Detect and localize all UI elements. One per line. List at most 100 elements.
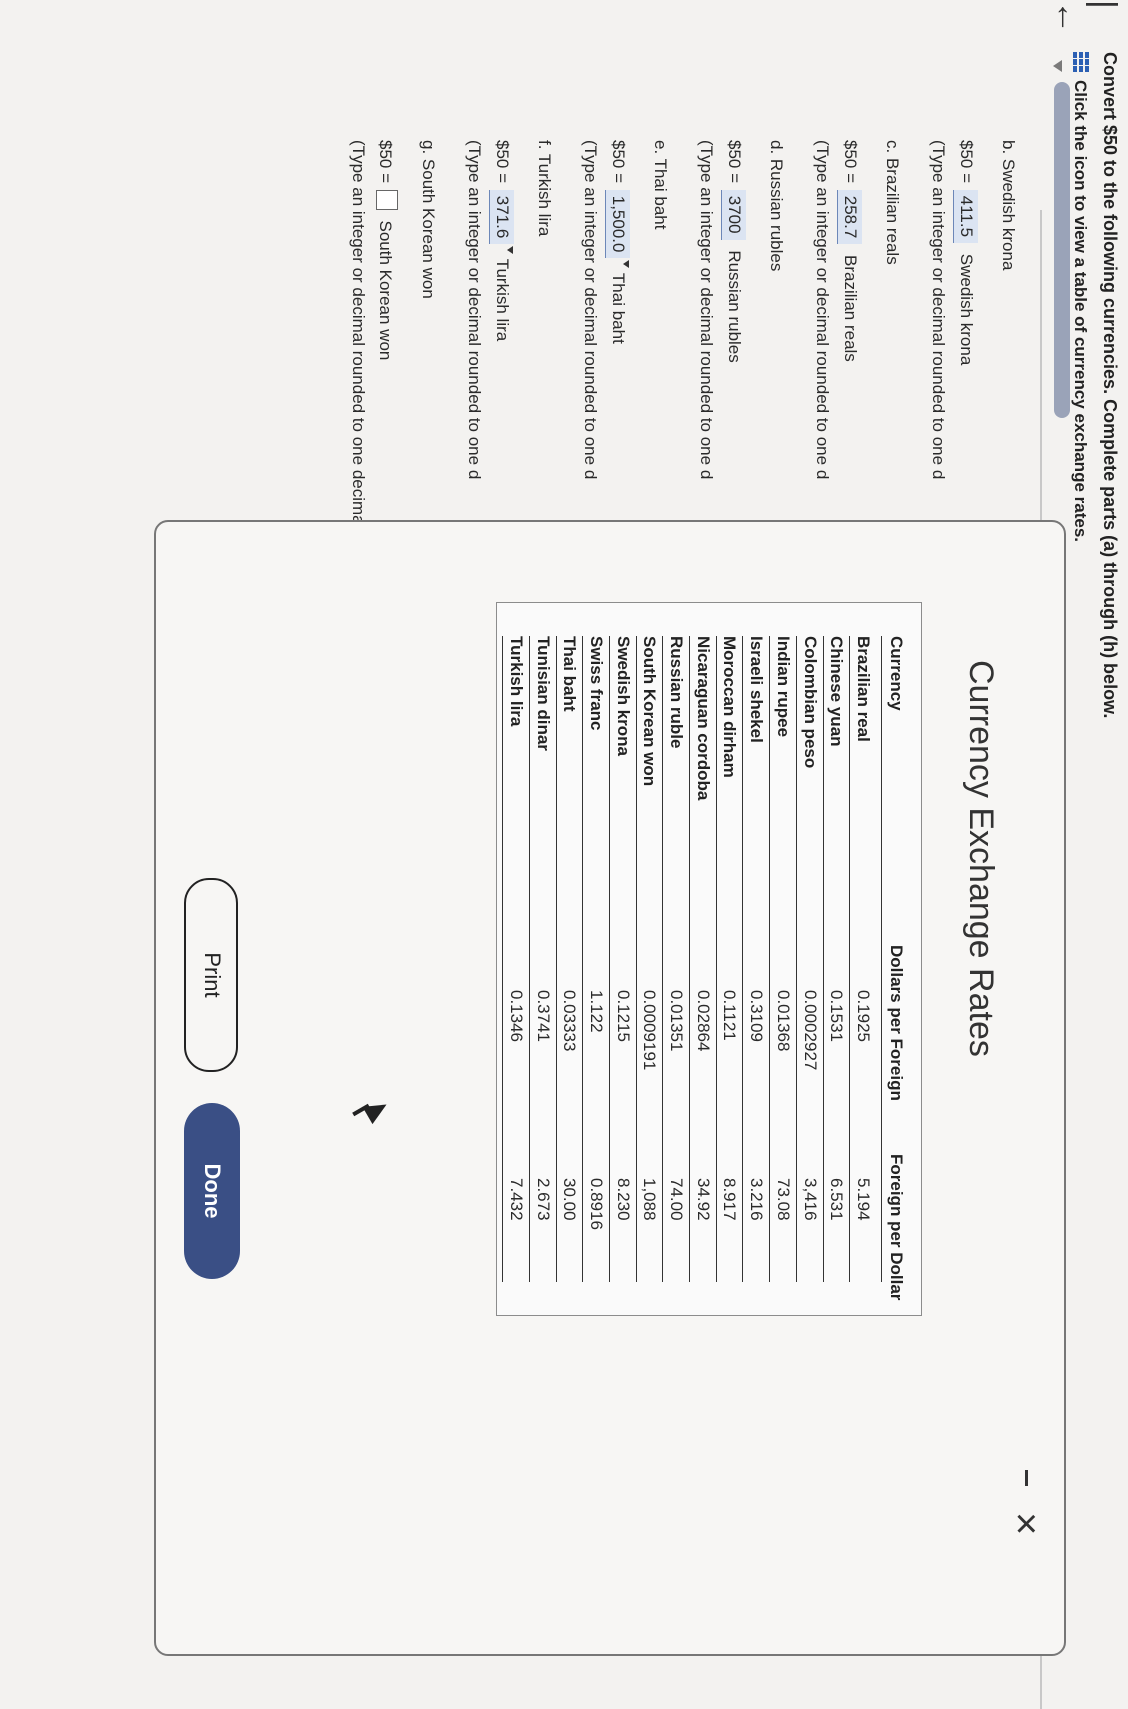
- currency-name-cell: Nicaraguan cordoba: [693, 636, 713, 801]
- row-rule: [502, 636, 504, 1282]
- row-rule: [609, 636, 610, 1282]
- part-c-unit: Brazilian reals: [841, 255, 860, 362]
- dollars-per-foreign-cell: 0.3109: [747, 990, 767, 1042]
- foreign-per-dollar-cell: 73.08: [773, 1178, 793, 1221]
- row-rule: [555, 636, 557, 1282]
- part-f-unit: Turkish lira: [493, 258, 512, 342]
- part-e-answer-line: $50 = 1,500.0 Thai baht: [605, 140, 630, 344]
- dollars-per-foreign-cell: 0.3741: [533, 990, 553, 1042]
- part-c-answer-input[interactable]: 258.7: [837, 189, 862, 245]
- foreign-per-dollar-cell: 30.00: [560, 1178, 580, 1221]
- part-g-unit: South Korean won: [376, 220, 395, 361]
- currency-name-cell: Indian rupee: [773, 636, 793, 738]
- currency-name-cell: Colombian peso: [800, 636, 820, 769]
- part-b-unit: Swedish krona: [957, 253, 976, 366]
- hint-line: Click the icon to view a table of curren…: [1070, 52, 1090, 542]
- foreign-per-dollar-cell: 7.432: [506, 1178, 526, 1221]
- currency-name-cell: Brazilian real: [854, 636, 873, 742]
- foreign-per-dollar-cell: 0.8916: [587, 1178, 606, 1230]
- print-button[interactable]: Print: [184, 878, 238, 1072]
- foreign-per-dollar-cell: 34.92: [693, 1178, 713, 1221]
- dialog-title: Currency Exchange Rates: [962, 660, 1000, 1057]
- part-d-heading: d. Russian rubles: [767, 140, 786, 272]
- part-b-instruction: (Type an integer or decimal rounded to o…: [929, 140, 948, 480]
- part-c-instruction: (Type an integer or decimal rounded to o…: [813, 140, 832, 480]
- dollars-per-foreign-cell: 0.0009191: [640, 990, 660, 1071]
- row-rule: [795, 636, 797, 1282]
- part-b-answer-line: $50 = 411.5 Swedish krona: [953, 140, 978, 365]
- part-e-answer-input[interactable]: 1,500.0: [605, 189, 630, 259]
- row-rule: [715, 636, 717, 1282]
- dollars-per-foreign-cell: 0.1215: [613, 990, 633, 1042]
- currency-name-cell: South Korean won: [640, 636, 660, 787]
- part-c-answer-line: $50 = 258.7 Brazilian reals: [837, 140, 862, 362]
- part-e-heading: e. Thai baht: [651, 140, 670, 230]
- foreign-per-dollar-cell: 6.531: [827, 1178, 847, 1221]
- part-d-prefix: $50 =: [725, 140, 744, 184]
- question-text: Convert $50 to the following currencies.…: [1100, 52, 1120, 719]
- row-rule: [849, 636, 851, 1282]
- header-rule: [881, 636, 882, 1282]
- part-g-heading: g. South Korean won: [419, 140, 438, 299]
- foreign-per-dollar-cell: 74.00: [667, 1178, 687, 1221]
- foreign-per-dollar-cell: 5.194: [854, 1178, 873, 1221]
- column-header: Currency: [887, 636, 906, 711]
- part-d-unit: Russian rubles: [725, 250, 744, 363]
- part-g-prefix: $50 =: [376, 140, 395, 184]
- part-g-answer-input[interactable]: [376, 189, 398, 210]
- dollars-per-foreign-cell: 1.122: [587, 990, 606, 1033]
- table-grid-icon[interactable]: [1073, 52, 1089, 72]
- part-b-heading: b. Swedish krona: [999, 140, 1018, 271]
- dollars-per-foreign-cell: 0.03333: [560, 990, 580, 1052]
- answer-flag-icon: [507, 246, 513, 255]
- page: |← Convert $50 to the following currenci…: [0, 0, 1128, 1709]
- answer-flag-icon: [623, 260, 629, 269]
- part-g-answer-line: $50 = South Korean won: [375, 140, 398, 360]
- horizontal-scrollbar[interactable]: [1054, 82, 1070, 418]
- column-header: Dollars per Foreign: [887, 945, 906, 1101]
- row-rule: [662, 636, 664, 1282]
- part-e-instruction: (Type an integer or decimal rounded to o…: [581, 140, 600, 480]
- row-rule: [582, 636, 584, 1282]
- done-button[interactable]: Done: [184, 1103, 240, 1279]
- currency-name-cell: Moroccan dirham: [720, 636, 740, 778]
- currency-name-cell: Israeli shekel: [747, 636, 767, 743]
- part-c-prefix: $50 =: [841, 140, 860, 184]
- part-f-answer-input[interactable]: 371.6: [489, 189, 514, 245]
- dollars-per-foreign-cell: 0.01351: [667, 990, 687, 1052]
- currency-name-cell: Russian ruble: [667, 636, 687, 749]
- row-rule: [528, 636, 530, 1282]
- collapse-arrow-icon[interactable]: [1053, 60, 1062, 72]
- part-f-instruction: (Type an integer or decimal rounded to o…: [465, 140, 484, 480]
- currency-name-cell: Swedish krona: [613, 636, 633, 756]
- row-rule: [635, 636, 637, 1282]
- dollars-per-foreign-cell: 0.1925: [854, 990, 873, 1042]
- dollars-per-foreign-cell: 0.0002927: [800, 990, 820, 1071]
- foreign-per-dollar-cell: 3.216: [747, 1178, 767, 1221]
- foreign-per-dollar-cell: 3,416: [800, 1178, 820, 1221]
- close-icon[interactable]: ×: [1004, 1512, 1048, 1535]
- back-icon[interactable]: |←: [1049, 0, 1123, 40]
- minimize-icon[interactable]: [1025, 1470, 1028, 1486]
- foreign-per-dollar-cell: 8.917: [720, 1178, 740, 1221]
- hint-text: Click the icon to view a table of curren…: [1071, 80, 1090, 542]
- foreign-per-dollar-cell: 8.230: [613, 1178, 633, 1221]
- currency-name-cell: Chinese yuan: [827, 636, 847, 747]
- currency-name-cell: Thai baht: [560, 636, 580, 712]
- dollars-per-foreign-cell: 0.1346: [506, 990, 526, 1042]
- part-d-answer-input[interactable]: 3700: [721, 189, 746, 240]
- part-f-prefix: $50 =: [493, 140, 512, 184]
- part-e-prefix: $50 =: [609, 140, 628, 184]
- dollars-per-foreign-cell: 0.1121: [720, 990, 740, 1041]
- currency-name-cell: Turkish lira: [506, 636, 526, 727]
- row-rule: [689, 636, 691, 1282]
- row-rule: [742, 636, 744, 1282]
- part-e-unit: Thai baht: [609, 272, 628, 344]
- row-rule: [822, 636, 824, 1282]
- dollars-per-foreign-cell: 0.01368: [773, 990, 793, 1052]
- column-header: Foreign per Dollar: [887, 1154, 906, 1301]
- dollars-per-foreign-cell: 0.1531: [827, 990, 847, 1042]
- foreign-per-dollar-cell: 2.673: [533, 1178, 553, 1221]
- part-c-heading: c. Brazilian reals: [883, 140, 902, 265]
- part-b-answer-input[interactable]: 411.5: [953, 189, 978, 244]
